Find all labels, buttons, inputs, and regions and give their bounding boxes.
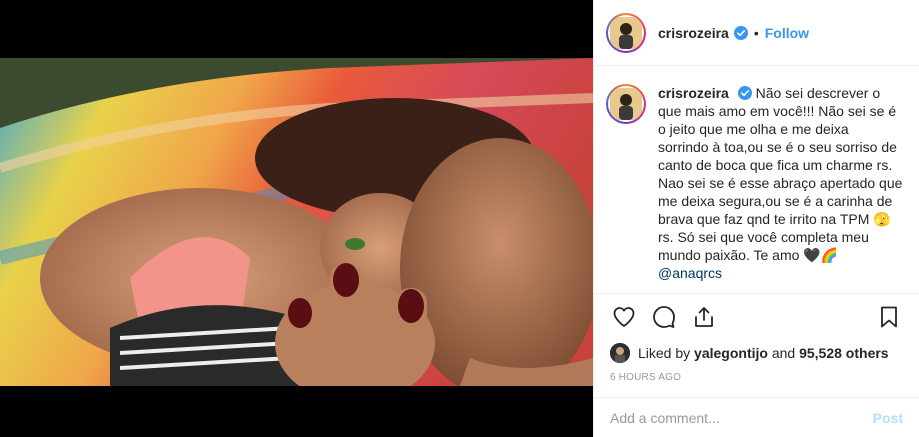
verified-badge-icon	[733, 25, 748, 40]
liker-avatar[interactable]	[610, 343, 630, 363]
share-icon	[695, 307, 713, 327]
post-media	[0, 0, 593, 437]
post-sidebar: crisrozeira • Follow crisrozeira Não sei…	[593, 0, 919, 437]
post-photo[interactable]	[0, 58, 593, 386]
share-button[interactable]	[684, 297, 724, 337]
profile-username[interactable]: crisrozeira	[658, 25, 729, 41]
post-dialog: crisrozeira • Follow crisrozeira Não sei…	[0, 0, 919, 437]
follow-button[interactable]: Follow	[765, 25, 809, 41]
caption-username[interactable]: crisrozeira	[658, 85, 729, 101]
comment-input[interactable]	[610, 409, 865, 426]
save-button[interactable]	[869, 297, 909, 337]
likes-summary: Liked by yalegontijo and 95,528 others	[594, 340, 919, 366]
like-button[interactable]	[604, 297, 644, 337]
likes-count[interactable]: 95,528 others	[799, 345, 889, 361]
avatar-image	[610, 16, 642, 49]
header-separator: •	[753, 24, 759, 41]
post-header: crisrozeira • Follow	[594, 0, 919, 66]
verified-badge-icon	[737, 86, 752, 100]
comments-section: crisrozeira Não sei descrever o que mais…	[594, 66, 919, 294]
liker-username[interactable]: yalegontijo	[694, 345, 768, 361]
photo-image	[0, 58, 593, 386]
comment-button[interactable]	[644, 297, 684, 337]
caption-mention-link[interactable]: @anaqrcs	[658, 265, 722, 281]
avatar-image	[610, 88, 642, 120]
bookmark-icon	[881, 306, 897, 328]
post-comment-button[interactable]: Post	[865, 410, 911, 426]
profile-avatar[interactable]	[606, 12, 646, 53]
action-bar	[594, 294, 919, 340]
comment-bubble-icon	[653, 306, 675, 328]
likes-prefix: Liked by	[638, 345, 691, 361]
caption-text: Não sei descrever o que mais amo em você…	[658, 85, 903, 263]
liker-avatar-image	[610, 343, 630, 363]
post-timestamp[interactable]: 6 HOURS AGO	[594, 366, 919, 396]
likes-and: and	[771, 345, 796, 361]
heart-icon	[613, 307, 635, 327]
post-caption: crisrozeira Não sei descrever o que mais…	[658, 84, 903, 293]
add-comment-bar: Post	[594, 397, 919, 437]
caption-avatar[interactable]	[606, 84, 646, 124]
